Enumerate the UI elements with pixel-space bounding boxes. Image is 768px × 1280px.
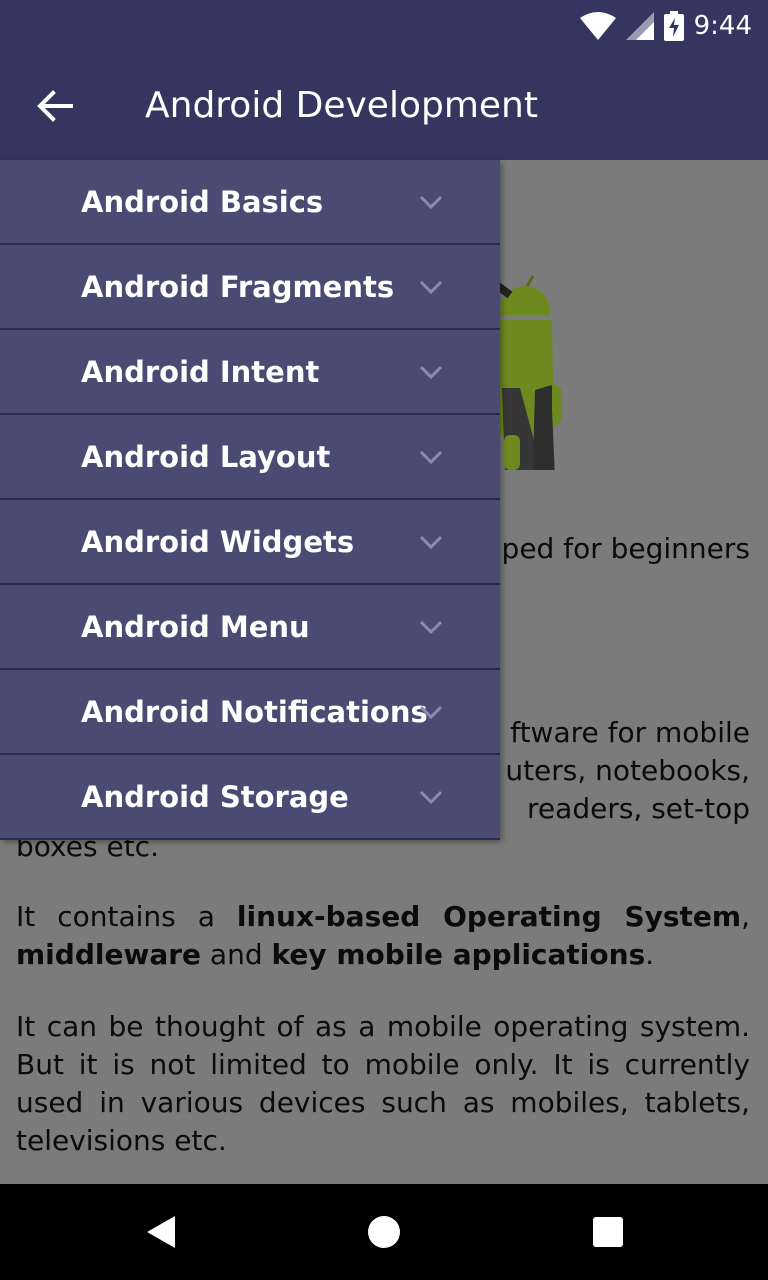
arrow-back-icon (37, 90, 73, 122)
drawer-item-android-layout[interactable]: Android Layout (0, 415, 500, 500)
recents-square-icon (593, 1217, 623, 1247)
chevron-down-icon[interactable] (416, 530, 446, 554)
drawer-item-android-menu[interactable]: Android Menu (0, 585, 500, 670)
drawer-item-label: Android Basics (81, 185, 324, 219)
chevron-down-icon[interactable] (416, 445, 446, 469)
app-bar: Android Development (0, 52, 768, 160)
content-text: and (201, 938, 272, 971)
drawer-item-label: Android Storage (81, 780, 349, 814)
drawer-item-label: Android Notifications (81, 695, 428, 729)
page-title: Android Development (145, 85, 538, 126)
nav-recents-button[interactable] (588, 1212, 628, 1252)
nav-home-button[interactable] (364, 1212, 404, 1252)
drawer-item-label: Android Menu (81, 610, 310, 644)
chevron-down-icon[interactable] (416, 360, 446, 384)
drawer-item-label: Android Widgets (81, 525, 355, 559)
home-circle-icon (368, 1216, 400, 1248)
wifi-icon (579, 12, 616, 40)
content-paragraph: It contains a linux-based Operating Syst… (16, 898, 750, 974)
drawer-item-android-notifications[interactable]: Android Notifications (0, 670, 500, 755)
status-bar: 9:44 (0, 0, 768, 52)
content-text: . (645, 938, 655, 971)
content-text: , (741, 900, 750, 933)
drawer-item-android-storage[interactable]: Android Storage (0, 755, 500, 840)
content-paragraph: It can be thought of as a mobile operati… (16, 1008, 750, 1160)
content-text: It contains a (16, 900, 237, 933)
drawer-item-label: Android Intent (81, 355, 320, 389)
chevron-down-icon[interactable] (416, 275, 446, 299)
chevron-down-icon[interactable] (416, 700, 446, 724)
back-button[interactable] (30, 82, 80, 130)
nav-back-button[interactable] (140, 1212, 180, 1252)
content-bold: linux-based Operating System (236, 900, 742, 933)
chevron-down-icon[interactable] (416, 190, 446, 214)
content-bold: key mobile applications (271, 938, 646, 971)
battery-charging-icon (663, 11, 684, 41)
drawer-item-label: Android Layout (81, 440, 331, 474)
chevron-down-icon[interactable] (416, 615, 446, 639)
navigation-drawer: Android Basics Android Fragments Android… (0, 160, 500, 840)
drawer-item-android-fragments[interactable]: Android Fragments (0, 245, 500, 330)
chevron-down-icon[interactable] (416, 785, 446, 809)
drawer-item-android-basics[interactable]: Android Basics (0, 160, 500, 245)
content-text: It can be thought of as a mobile operati… (16, 1010, 750, 1157)
content-bold: middleware (16, 938, 202, 971)
drawer-item-android-widgets[interactable]: Android Widgets (0, 500, 500, 585)
system-navigation-bar (0, 1184, 768, 1280)
drawer-item-label: Android Fragments (81, 270, 395, 304)
signal-icon (625, 12, 654, 40)
drawer-item-android-intent[interactable]: Android Intent (0, 330, 500, 415)
status-time: 9:44 (693, 11, 752, 41)
back-triangle-icon (147, 1216, 175, 1248)
